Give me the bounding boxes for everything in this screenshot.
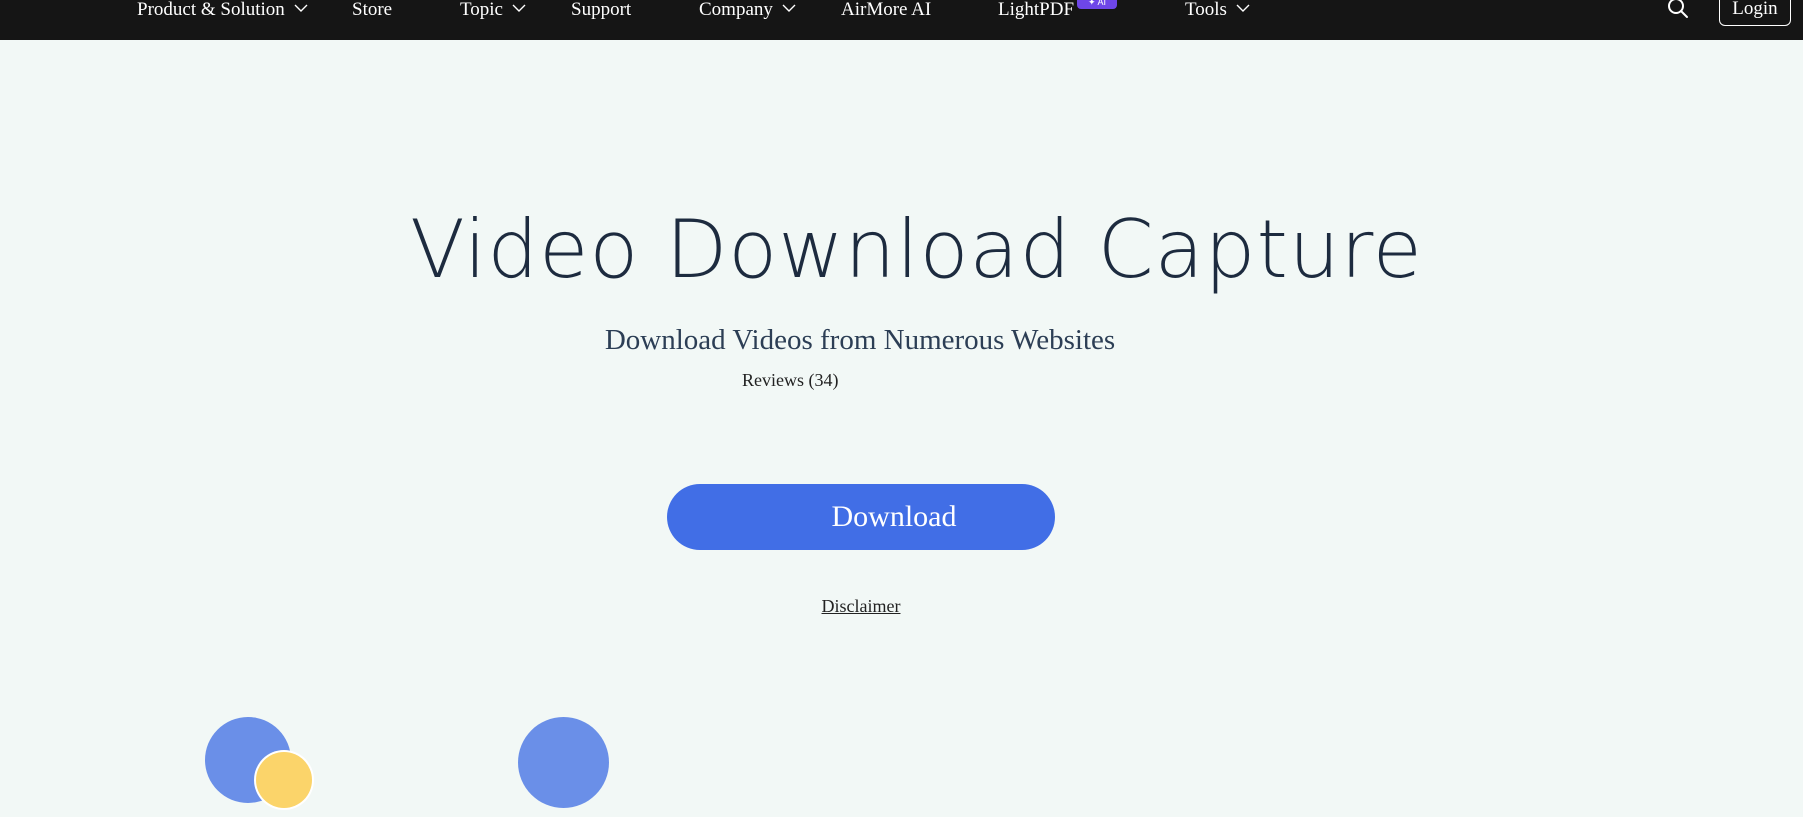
nav-item-label: Support: [571, 0, 632, 20]
login-button[interactable]: Login: [1719, 0, 1791, 26]
decorative-blue-circle: [518, 717, 609, 808]
nav-item-store[interactable]: Store: [352, 0, 392, 22]
nav-item-support[interactable]: Support: [571, 0, 631, 22]
nav-item-label: AirMore AI: [841, 0, 932, 20]
chevron-down-icon: [1236, 4, 1250, 12]
search-icon: [1668, 0, 1688, 18]
nav-item-topic[interactable]: Topic: [460, 0, 526, 22]
download-button-label: Download: [831, 500, 957, 533]
nav-item-label: Company: [699, 0, 773, 20]
search-button[interactable]: [1666, 0, 1690, 20]
chevron-down-icon: [782, 4, 796, 12]
nav-item-label: Store: [352, 0, 393, 20]
nav-item-label: Topic: [460, 0, 503, 20]
nav-item-label: Product & Solution: [137, 0, 285, 20]
page-title-text: Video Download Capture: [410, 203, 1423, 296]
ai-badge-label: AI: [1097, 0, 1107, 7]
nav-item-product-solution[interactable]: Product & Solution: [137, 0, 308, 22]
decorative-yellow-circle: [256, 752, 312, 808]
chevron-down-icon: [294, 4, 308, 12]
nav-item-company[interactable]: Company: [699, 0, 796, 22]
chevron-down-icon: [512, 4, 526, 12]
download-button[interactable]: Download: [667, 484, 1055, 550]
nav-item-lightpdf[interactable]: LightPDF: [998, 0, 1074, 22]
nav-item-label: LightPDF: [998, 0, 1075, 20]
page-subtitle: Download Videos from Numerous Websites: [604, 324, 1116, 356]
top-nav: Product & Solution Store Topic Support C…: [0, 0, 1803, 40]
nav-item-airmore-ai[interactable]: AirMore AI: [841, 0, 931, 22]
nav-item-tools[interactable]: Tools: [1185, 0, 1250, 22]
ai-badge: ✦ AI: [1077, 0, 1117, 9]
reviews-link[interactable]: Reviews (34): [742, 368, 838, 392]
disclaimer-link[interactable]: Disclaimer: [0, 594, 1722, 618]
nav-item-label: Tools: [1185, 0, 1227, 20]
page-title: Video Download Capture: [0, 200, 1803, 300]
sparkle-icon: ✦: [1087, 0, 1096, 7]
